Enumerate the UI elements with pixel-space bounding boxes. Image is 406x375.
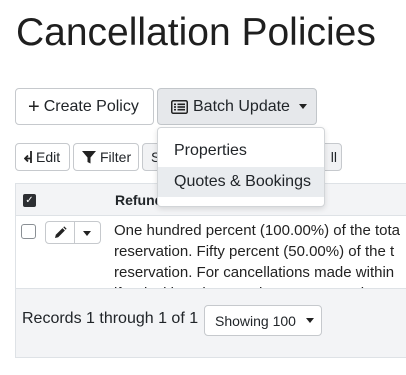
row-checkbox[interactable] (21, 224, 36, 239)
description-line: One hundred percent (100.00%) of the tot… (114, 222, 401, 239)
batch-update-menu: Properties Quotes & Bookings (157, 127, 325, 207)
chevron-down-icon (298, 104, 307, 109)
row-actions-group (45, 221, 101, 244)
records-count: Records 1 through 1 of 1 (22, 310, 199, 327)
pencil-icon[interactable] (53, 226, 67, 245)
chevron-down-icon (305, 318, 314, 323)
batch-update-button[interactable]: Batch Update (157, 88, 317, 125)
menu-item-quotes-bookings[interactable]: Quotes & Bookings (158, 167, 324, 197)
description-line: reservation. For cancellations made with… (114, 264, 395, 281)
create-policy-button[interactable]: + Create Policy (15, 88, 154, 125)
filter-label: Filter (100, 149, 132, 165)
plus-icon: + (28, 95, 40, 118)
policies-table: ✓ Refund One hundred percent (100.00%) o… (15, 183, 406, 358)
select-all-checkbox[interactable]: ✓ (23, 194, 36, 207)
funnel-icon (82, 150, 96, 164)
description-line: reservation. Fifty percent (50.00%) of t… (114, 243, 395, 260)
hidden-button-text-end: ll (330, 149, 337, 165)
edit-label: Edit (36, 149, 61, 165)
list-icon (171, 99, 188, 114)
filter-button[interactable]: Filter (73, 143, 139, 171)
edit-arrow-icon (24, 150, 33, 164)
page-size-select[interactable]: Showing 100 (204, 305, 322, 336)
page-size-label: Showing 100 (215, 312, 296, 329)
table-footer: Records 1 through 1 of 1 Showing 100 (16, 288, 406, 357)
page-title: Cancellation Policies (16, 11, 376, 54)
chevron-down-icon[interactable] (83, 231, 91, 236)
refund-column-header: Refund (115, 192, 164, 208)
menu-item-properties[interactable]: Properties (158, 136, 324, 166)
batch-update-label: Batch Update (193, 97, 290, 115)
edit-button[interactable]: Edit (15, 143, 70, 171)
create-policy-label: Create Policy (43, 97, 139, 115)
row-actions-divider (74, 222, 75, 243)
